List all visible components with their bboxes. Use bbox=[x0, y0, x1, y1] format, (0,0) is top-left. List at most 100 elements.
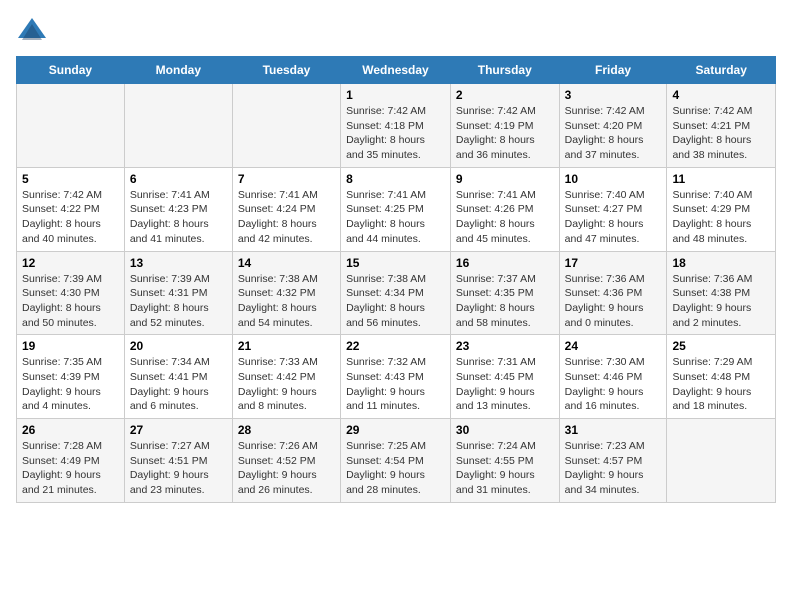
day-number: 17 bbox=[565, 256, 662, 270]
day-info: Sunrise: 7:29 AM Sunset: 4:48 PM Dayligh… bbox=[672, 355, 770, 414]
calendar-day-cell: 31 Sunrise: 7:23 AM Sunset: 4:57 PM Dayli… bbox=[559, 419, 667, 503]
day-number: 27 bbox=[130, 423, 227, 437]
day-info: Sunrise: 7:41 AM Sunset: 4:25 PM Dayligh… bbox=[346, 188, 445, 247]
calendar-day-cell: 18 Sunrise: 7:36 AM Sunset: 4:38 PM Dayli… bbox=[667, 251, 776, 335]
day-info: Sunrise: 7:41 AM Sunset: 4:24 PM Dayligh… bbox=[238, 188, 335, 247]
calendar-week-row: 5 Sunrise: 7:42 AM Sunset: 4:22 PM Daylig… bbox=[17, 167, 776, 251]
day-info: Sunrise: 7:38 AM Sunset: 4:34 PM Dayligh… bbox=[346, 272, 445, 331]
calendar-day-cell: 13 Sunrise: 7:39 AM Sunset: 4:31 PM Dayli… bbox=[124, 251, 232, 335]
calendar-day-cell: 10Sunrise: 7:40 AM Sunset: 4:27 PM Dayli… bbox=[559, 167, 667, 251]
calendar-week-row: 12 Sunrise: 7:39 AM Sunset: 4:30 PM Dayli… bbox=[17, 251, 776, 335]
day-info: Sunrise: 7:41 AM Sunset: 4:23 PM Dayligh… bbox=[130, 188, 227, 247]
day-info: Sunrise: 7:40 AM Sunset: 4:29 PM Dayligh… bbox=[672, 188, 770, 247]
day-info: Sunrise: 7:36 AM Sunset: 4:36 PM Dayligh… bbox=[565, 272, 662, 331]
logo bbox=[16, 16, 50, 44]
calendar-day-cell: 22 Sunrise: 7:32 AM Sunset: 4:43 PM Dayli… bbox=[341, 335, 451, 419]
weekday-header-cell: Friday bbox=[559, 57, 667, 84]
calendar-day-cell: 25Sunrise: 7:29 AM Sunset: 4:48 PM Dayli… bbox=[667, 335, 776, 419]
calendar-day-cell: 9 Sunrise: 7:41 AM Sunset: 4:26 PM Daylig… bbox=[450, 167, 559, 251]
day-info: Sunrise: 7:37 AM Sunset: 4:35 PM Dayligh… bbox=[456, 272, 554, 331]
day-number: 3 bbox=[565, 88, 662, 102]
day-number: 30 bbox=[456, 423, 554, 437]
weekday-header-cell: Tuesday bbox=[232, 57, 340, 84]
weekday-header-cell: Thursday bbox=[450, 57, 559, 84]
calendar-table: SundayMondayTuesdayWednesdayThursdayFrid… bbox=[16, 56, 776, 503]
day-info: Sunrise: 7:25 AM Sunset: 4:54 PM Dayligh… bbox=[346, 439, 445, 498]
calendar-day-cell: 12 Sunrise: 7:39 AM Sunset: 4:30 PM Dayli… bbox=[17, 251, 125, 335]
weekday-header-cell: Sunday bbox=[17, 57, 125, 84]
day-info: Sunrise: 7:42 AM Sunset: 4:22 PM Dayligh… bbox=[22, 188, 119, 247]
day-number: 4 bbox=[672, 88, 770, 102]
calendar-day-cell: 5 Sunrise: 7:42 AM Sunset: 4:22 PM Daylig… bbox=[17, 167, 125, 251]
day-number: 18 bbox=[672, 256, 770, 270]
day-number: 20 bbox=[130, 339, 227, 353]
weekday-header-row: SundayMondayTuesdayWednesdayThursdayFrid… bbox=[17, 57, 776, 84]
calendar-day-cell: 23Sunrise: 7:31 AM Sunset: 4:45 PM Dayli… bbox=[450, 335, 559, 419]
weekday-header-cell: Saturday bbox=[667, 57, 776, 84]
day-number: 24 bbox=[565, 339, 662, 353]
day-info: Sunrise: 7:28 AM Sunset: 4:49 PM Dayligh… bbox=[22, 439, 119, 498]
day-number: 31 bbox=[565, 423, 662, 437]
calendar-day-cell: 2 Sunrise: 7:42 AM Sunset: 4:19 PM Daylig… bbox=[450, 84, 559, 168]
day-number: 12 bbox=[22, 256, 119, 270]
day-info: Sunrise: 7:26 AM Sunset: 4:52 PM Dayligh… bbox=[238, 439, 335, 498]
day-info: Sunrise: 7:30 AM Sunset: 4:46 PM Dayligh… bbox=[565, 355, 662, 414]
calendar-day-cell: 26 Sunrise: 7:28 AM Sunset: 4:49 PM Dayli… bbox=[17, 419, 125, 503]
day-info: Sunrise: 7:36 AM Sunset: 4:38 PM Dayligh… bbox=[672, 272, 770, 331]
calendar-day-cell: 14 Sunrise: 7:38 AM Sunset: 4:32 PM Dayli… bbox=[232, 251, 340, 335]
day-number: 5 bbox=[22, 172, 119, 186]
day-number: 22 bbox=[346, 339, 445, 353]
day-info: Sunrise: 7:38 AM Sunset: 4:32 PM Dayligh… bbox=[238, 272, 335, 331]
day-number: 9 bbox=[456, 172, 554, 186]
calendar-day-cell: 15 Sunrise: 7:38 AM Sunset: 4:34 PM Dayli… bbox=[341, 251, 451, 335]
day-info: Sunrise: 7:42 AM Sunset: 4:20 PM Dayligh… bbox=[565, 104, 662, 163]
day-info: Sunrise: 7:39 AM Sunset: 4:31 PM Dayligh… bbox=[130, 272, 227, 331]
day-info: Sunrise: 7:34 AM Sunset: 4:41 PM Dayligh… bbox=[130, 355, 227, 414]
weekday-header-cell: Wednesday bbox=[341, 57, 451, 84]
calendar-week-row: 19 Sunrise: 7:35 AM Sunset: 4:39 PM Dayli… bbox=[17, 335, 776, 419]
day-info: Sunrise: 7:32 AM Sunset: 4:43 PM Dayligh… bbox=[346, 355, 445, 414]
day-number: 7 bbox=[238, 172, 335, 186]
calendar-day-cell: 28Sunrise: 7:26 AM Sunset: 4:52 PM Dayli… bbox=[232, 419, 340, 503]
day-number: 8 bbox=[346, 172, 445, 186]
day-number: 26 bbox=[22, 423, 119, 437]
day-number: 14 bbox=[238, 256, 335, 270]
day-number: 1 bbox=[346, 88, 445, 102]
day-number: 19 bbox=[22, 339, 119, 353]
day-number: 2 bbox=[456, 88, 554, 102]
day-number: 13 bbox=[130, 256, 227, 270]
day-info: Sunrise: 7:40 AM Sunset: 4:27 PM Dayligh… bbox=[565, 188, 662, 247]
calendar-day-cell: 16Sunrise: 7:37 AM Sunset: 4:35 PM Dayli… bbox=[450, 251, 559, 335]
calendar-day-cell: 20 Sunrise: 7:34 AM Sunset: 4:41 PM Dayli… bbox=[124, 335, 232, 419]
calendar-day-cell bbox=[17, 84, 125, 168]
calendar-day-cell: 4 Sunrise: 7:42 AM Sunset: 4:21 PM Daylig… bbox=[667, 84, 776, 168]
day-info: Sunrise: 7:42 AM Sunset: 4:19 PM Dayligh… bbox=[456, 104, 554, 163]
day-info: Sunrise: 7:23 AM Sunset: 4:57 PM Dayligh… bbox=[565, 439, 662, 498]
calendar-day-cell: 17 Sunrise: 7:36 AM Sunset: 4:36 PM Dayli… bbox=[559, 251, 667, 335]
calendar-day-cell: 21 Sunrise: 7:33 AM Sunset: 4:42 PM Dayli… bbox=[232, 335, 340, 419]
day-info: Sunrise: 7:31 AM Sunset: 4:45 PM Dayligh… bbox=[456, 355, 554, 414]
calendar-body: 1Sunrise: 7:42 AM Sunset: 4:18 PM Daylig… bbox=[17, 84, 776, 503]
calendar-day-cell bbox=[667, 419, 776, 503]
calendar-day-cell: 7 Sunrise: 7:41 AM Sunset: 4:24 PM Daylig… bbox=[232, 167, 340, 251]
logo-icon bbox=[16, 16, 48, 44]
day-info: Sunrise: 7:39 AM Sunset: 4:30 PM Dayligh… bbox=[22, 272, 119, 331]
day-number: 21 bbox=[238, 339, 335, 353]
day-info: Sunrise: 7:24 AM Sunset: 4:55 PM Dayligh… bbox=[456, 439, 554, 498]
calendar-day-cell: 6Sunrise: 7:41 AM Sunset: 4:23 PM Daylig… bbox=[124, 167, 232, 251]
calendar-week-row: 1Sunrise: 7:42 AM Sunset: 4:18 PM Daylig… bbox=[17, 84, 776, 168]
day-info: Sunrise: 7:33 AM Sunset: 4:42 PM Dayligh… bbox=[238, 355, 335, 414]
day-info: Sunrise: 7:35 AM Sunset: 4:39 PM Dayligh… bbox=[22, 355, 119, 414]
day-info: Sunrise: 7:41 AM Sunset: 4:26 PM Dayligh… bbox=[456, 188, 554, 247]
calendar-day-cell: 19 Sunrise: 7:35 AM Sunset: 4:39 PM Dayli… bbox=[17, 335, 125, 419]
calendar-day-cell: 30 Sunrise: 7:24 AM Sunset: 4:55 PM Dayli… bbox=[450, 419, 559, 503]
calendar-day-cell: 11 Sunrise: 7:40 AM Sunset: 4:29 PM Dayli… bbox=[667, 167, 776, 251]
calendar-day-cell: 27 Sunrise: 7:27 AM Sunset: 4:51 PM Dayli… bbox=[124, 419, 232, 503]
day-number: 11 bbox=[672, 172, 770, 186]
day-number: 15 bbox=[346, 256, 445, 270]
calendar-day-cell: 24 Sunrise: 7:30 AM Sunset: 4:46 PM Dayli… bbox=[559, 335, 667, 419]
weekday-header-cell: Monday bbox=[124, 57, 232, 84]
day-info: Sunrise: 7:27 AM Sunset: 4:51 PM Dayligh… bbox=[130, 439, 227, 498]
day-info: Sunrise: 7:42 AM Sunset: 4:21 PM Dayligh… bbox=[672, 104, 770, 163]
calendar-day-cell: 8 Sunrise: 7:41 AM Sunset: 4:25 PM Daylig… bbox=[341, 167, 451, 251]
